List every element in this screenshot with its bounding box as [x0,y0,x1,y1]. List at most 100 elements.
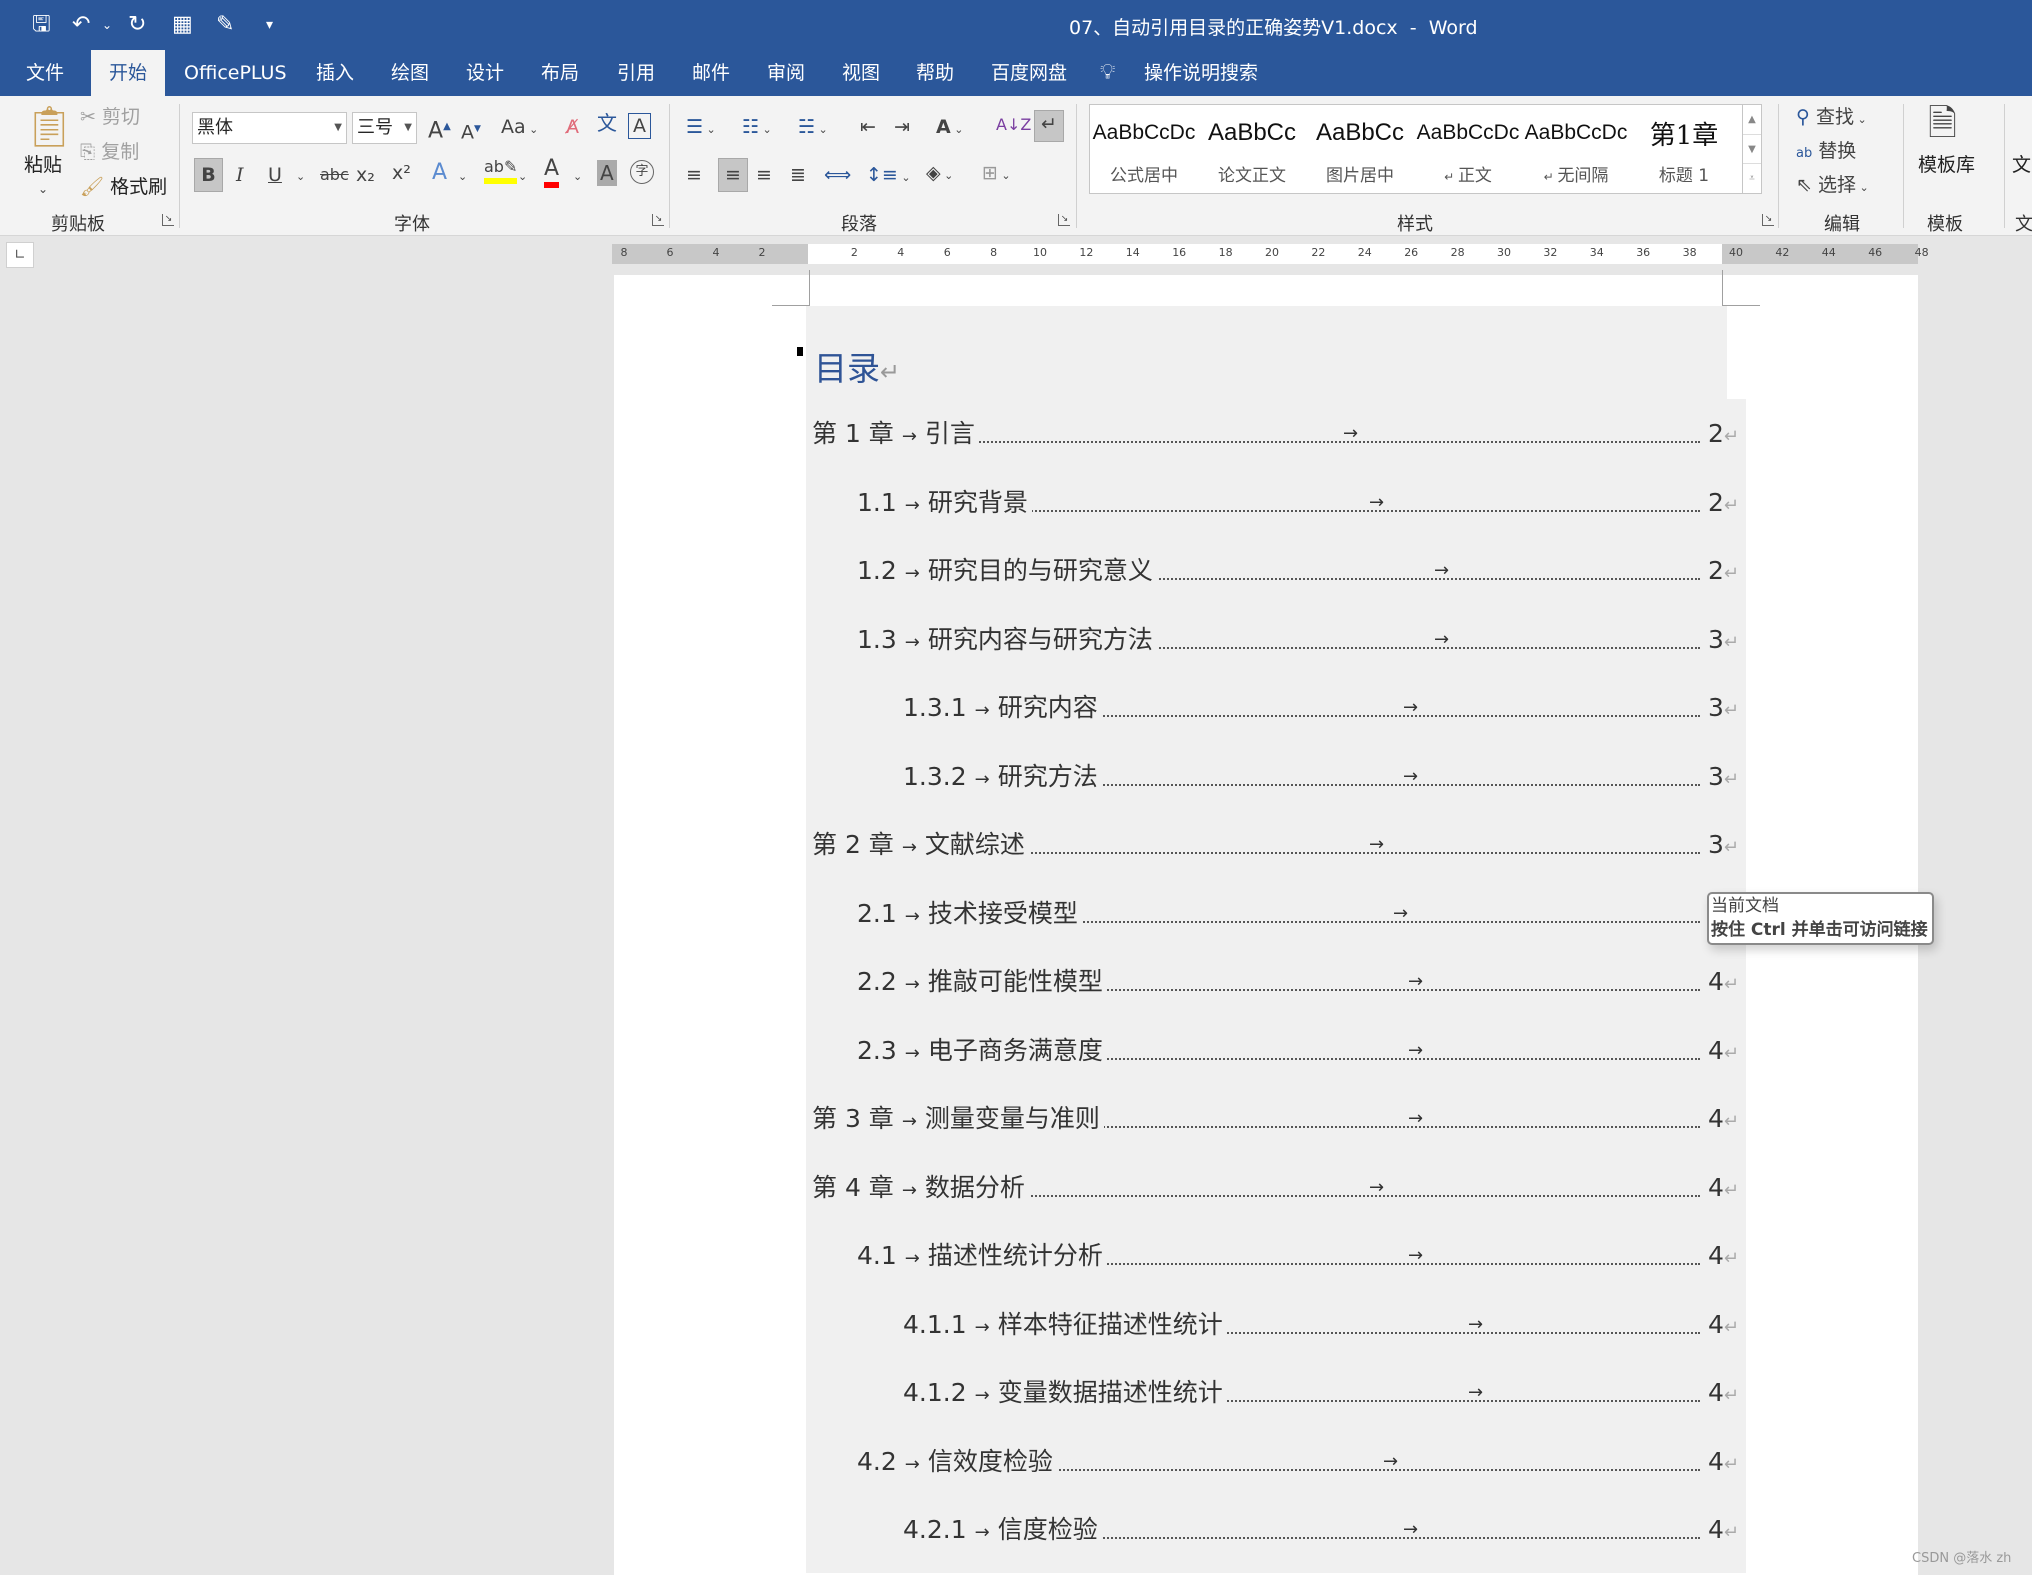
horizontal-ruler[interactable]: 8 6 4 2 2 4 6 8 10 12 14 16 18 20 22 24 26 28 30 32 34 36 38 40… [612,244,1929,264]
shrink-font-icon[interactable]: A▼ [461,116,481,145]
justify-icon[interactable]: ≣ [790,162,806,188]
toc-entry[interactable]: 4.2.1 → 信度检验 → 4↵ [812,1512,1742,1551]
toc-entry[interactable]: 2.1 → 技术接受模型 → [812,895,1742,935]
undo-dropdown-icon[interactable]: ⌄ [102,12,112,38]
tab-mailings[interactable]: 邮件 [692,50,730,96]
font-color-icon[interactable]: A [544,156,560,188]
tab-references[interactable]: 引用 [617,50,655,96]
distributed-icon[interactable]: ⟺ [824,162,851,188]
template-library-button[interactable]: 模板库 [1918,152,1975,178]
increase-indent-icon[interactable]: ⇥ [894,114,910,140]
toc-entry[interactable]: 1.3.1 → 研究内容 → 3↵ [812,690,1742,729]
toc-entry[interactable]: 4.1.1 → 样本特征描述性统计 → 4↵ [812,1306,1742,1346]
toc-entry[interactable]: 第 2 章 → 文献综述 → 3↵ [812,827,1742,866]
borders-icon[interactable]: ⊞ ⌄ [982,160,1011,189]
form-icon[interactable]: ✎ [216,12,234,38]
underline-dropdown-icon[interactable]: ⌄ [296,164,305,190]
shading-icon[interactable]: ◈ ⌄ [926,160,953,189]
toc-entry[interactable]: 1.3 → 研究内容与研究方法 → 3↵ [812,621,1742,661]
customize-icon[interactable]: ▾ [266,12,273,38]
font-size-select[interactable]: 三号 ▼ [352,112,417,144]
tab-design[interactable]: 设计 [466,50,504,96]
align-right-icon[interactable]: ≡ [756,162,772,188]
text-effects-dropdown-icon[interactable]: ⌄ [458,164,467,190]
font-color-dropdown-icon[interactable]: ⌄ [573,164,582,190]
font-name-select[interactable]: 黑体 ▼ [192,112,347,144]
phonetic-guide-button[interactable]: 文 [597,110,617,136]
tab-draw[interactable]: 绘图 [391,50,429,96]
change-case-button[interactable]: Aa ⌄ [501,114,538,143]
italic-button[interactable]: I [236,162,244,188]
paste-dropdown-icon[interactable]: ⌄ [38,176,48,202]
style-item[interactable]: AaBbCc 论文正文 [1198,105,1306,193]
copy-button[interactable]: ⎘ 复制 [80,139,139,165]
style-item[interactable]: AaBbCcDc ↵ 无间隔 [1522,105,1630,193]
paste-button[interactable]: 粘贴 [24,152,62,178]
toc-entry[interactable]: 4.1.2 → 变量数据描述性统计 → 4↵ [812,1375,1742,1414]
character-shading-icon[interactable]: A [597,160,617,186]
select-button[interactable]: ⇖ 选择 ⌄ [1796,172,1869,201]
tab-insert[interactable]: 插入 [316,50,354,96]
toc-entry[interactable]: 1.2 → 研究目的与研究意义 → 2↵ [812,553,1742,592]
grow-font-icon[interactable]: A▲ [428,114,451,144]
style-item[interactable]: AaBbCcDc 公式居中 [1090,105,1198,193]
sort-icon[interactable]: A↓Z [996,112,1031,138]
underline-button[interactable]: U [268,162,282,188]
toc-entry[interactable]: 第 1 章 → 引言 → 2↵ [812,416,1742,455]
styles-gallery-scroll[interactable]: ▲ ▼ ⩡ [1743,104,1762,194]
toc-entry[interactable]: 第 3 章 → 测量变量与准则 → 4↵ [812,1101,1742,1140]
cut-button[interactable]: ✂ 剪切 [80,104,140,130]
tab-review[interactable]: 审阅 [767,50,805,96]
style-item[interactable]: 第1章 标题 1 [1630,105,1738,193]
scroll-up-icon[interactable]: ▲ [1743,105,1761,134]
clear-formatting-icon[interactable]: A̸ [566,114,579,140]
line-spacing-icon[interactable]: ↕≡ ⌄ [866,162,911,191]
multilevel-list-icon[interactable]: ☵ ⌄ [798,114,828,143]
highlight-icon[interactable]: ab✎ [484,156,518,184]
paste-icon[interactable]: 📋︎ [24,102,75,152]
show-marks-icon[interactable]: ↵ [1034,110,1064,142]
tab-home[interactable]: 开始 [91,50,166,96]
toc-entry[interactable]: 2.3 → 电子商务满意度 → 4↵ [812,1032,1742,1072]
strikethrough-button[interactable]: abc [320,162,349,188]
tab-officeplus[interactable]: OfficePLUS [184,50,287,96]
highlight-dropdown-icon[interactable]: ⌄ [518,164,527,190]
bold-button[interactable]: B [194,158,223,192]
more-styles-icon[interactable]: ⩡ [1743,163,1761,192]
undo-icon[interactable]: ↶ [72,12,90,38]
decrease-indent-icon[interactable]: ⇤ [860,114,876,140]
toc-entry[interactable]: 第 4 章 → 数据分析 → 4↵ [812,1169,1742,1209]
superscript-button[interactable]: x² [392,160,411,186]
enclose-characters-button[interactable]: 字 [630,160,654,184]
tab-selector[interactable]: ∟ [6,242,34,268]
numbering-icon[interactable]: ☷ ⌄ [742,114,772,143]
template-library-icon[interactable]: 🗎 [1928,102,1957,146]
tab-file[interactable]: 文件 [26,50,64,96]
character-border-button[interactable]: A [628,113,651,139]
subscript-button[interactable]: x₂ [356,162,375,188]
bullets-icon[interactable]: ☰ ⌄ [686,114,716,143]
toc-entry[interactable]: 4.1 → 描述性统计分析 → 4↵ [812,1238,1742,1277]
text-effects-icon[interactable]: A [432,160,447,186]
tab-view[interactable]: 视图 [842,50,880,96]
align-center-icon[interactable]: ≡ [718,158,748,192]
tab-help[interactable]: 帮助 [916,50,954,96]
clipboard-launcher-icon[interactable]: ↘ [162,214,174,226]
tell-me-search[interactable]: 操作说明搜索 [1144,50,1258,96]
style-item[interactable]: AaBbCc 图片居中 [1306,105,1414,193]
style-item[interactable]: AaBbCcDc ↵ 正文 [1414,105,1522,193]
align-left-icon[interactable]: ≡ [686,162,702,188]
redo-icon[interactable]: ↻ [128,12,146,38]
font-launcher-icon[interactable]: ↘ [652,214,664,226]
text-direction-icon[interactable]: A ⌄ [936,114,963,143]
toc-entry[interactable]: 1.3.2 → 研究方法 → 3↵ [812,758,1742,798]
scroll-down-icon[interactable]: ▼ [1743,134,1761,163]
styles-launcher-icon[interactable]: ↘ [1762,214,1774,226]
tab-baidu-netdisk[interactable]: 百度网盘 [991,50,1067,96]
replace-button[interactable]: ab 替换 [1796,138,1856,167]
find-button[interactable]: ⚲ 查找 ⌄ [1796,104,1867,133]
partial-group-button[interactable]: 文 [2012,152,2031,178]
tab-layout[interactable]: 布局 [541,50,579,96]
save-icon[interactable]: 🖫 [32,12,51,38]
table-icon[interactable]: ▦ [172,12,193,38]
